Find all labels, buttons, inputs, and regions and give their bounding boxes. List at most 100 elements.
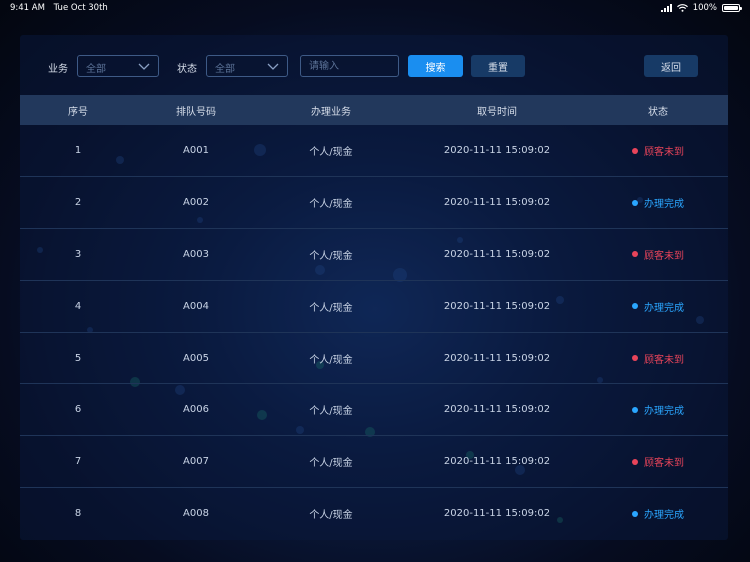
row-business: 个人/现金 bbox=[256, 332, 406, 385]
status-badge: 顾客未到 bbox=[632, 454, 684, 469]
row-time: 2020-11-11 15:09:02 bbox=[443, 508, 551, 520]
row-status: 顾客未到 bbox=[588, 435, 728, 489]
status-badge: 顾客未到 bbox=[632, 247, 684, 262]
row-queue-number: A004 bbox=[136, 280, 256, 333]
row-time: 2020-11-11 15:09:02 bbox=[406, 280, 588, 333]
table-row[interactable]: 2 A002 个人/现金 2020-11-11 15:09:02 办理完成 bbox=[20, 176, 728, 230]
row-no: 1 bbox=[20, 125, 136, 178]
table-row[interactable]: 6 A006 个人/现金 2020-11-11 15:09:02 办理完成 bbox=[20, 383, 728, 437]
row-no: 2 bbox=[20, 176, 136, 230]
status-badge: 办理完成 bbox=[632, 299, 684, 314]
chevron-down-icon bbox=[267, 63, 279, 70]
row-queue-number: A003 bbox=[136, 228, 256, 281]
status-badge: 顾客未到 bbox=[632, 351, 684, 366]
row-business: 个人/现金 bbox=[256, 435, 406, 489]
reset-button[interactable]: 重置 bbox=[471, 55, 525, 77]
row-time: 2020-11-11 15:09:02 bbox=[406, 332, 588, 385]
row-status: 办理完成 bbox=[588, 488, 728, 540]
row-business: 个人/现金 bbox=[256, 228, 406, 281]
status-dot-icon bbox=[632, 355, 638, 362]
status-text: 办理完成 bbox=[644, 510, 684, 522]
status-text: 顾客未到 bbox=[644, 354, 684, 366]
status-select-value: 全部 bbox=[215, 64, 235, 75]
header-no: 序号 bbox=[20, 95, 136, 125]
status-time: 9:41 AM bbox=[10, 3, 45, 13]
signal-icon bbox=[660, 4, 672, 12]
status-text: 顾客未到 bbox=[644, 458, 684, 470]
table-header-row: 序号 排队号码 办理业务 取号时间 状态 bbox=[20, 95, 728, 125]
table-row[interactable]: 7 A007 个人/现金 2020-11-11 15:09:02 顾客未到 bbox=[20, 435, 728, 489]
row-business: 个人/现金 bbox=[256, 176, 406, 230]
filter-toolbar: 业务 全部 状态 全部 搜索 重置 返回 bbox=[20, 35, 728, 95]
row-queue-number: A007 bbox=[136, 435, 256, 489]
row-no: 8 bbox=[74, 508, 82, 520]
status-text: 办理完成 bbox=[644, 406, 684, 418]
status-text: 顾客未到 bbox=[644, 250, 684, 262]
queue-panel: 业务 全部 状态 全部 搜索 重置 返回 序号 排队号码 办理业务 bbox=[20, 35, 728, 540]
row-status: 顾客未到 bbox=[588, 125, 728, 178]
row-queue-number: A008 bbox=[183, 508, 209, 520]
table-row[interactable]: 4 A004 个人/现金 2020-11-11 15:09:02 办理完成 bbox=[20, 280, 728, 333]
row-time: 2020-11-11 15:09:02 bbox=[406, 383, 588, 437]
chevron-down-icon bbox=[138, 63, 150, 70]
row-business: 个人/现金 bbox=[309, 510, 353, 522]
battery-icon bbox=[722, 4, 742, 12]
row-time: 2020-11-11 15:09:02 bbox=[406, 176, 588, 230]
status-dot-icon bbox=[632, 303, 638, 310]
status-text: 顾客未到 bbox=[644, 147, 684, 159]
status-dot-icon bbox=[632, 510, 638, 517]
row-no: 5 bbox=[20, 332, 136, 385]
header-queue-number: 排队号码 bbox=[136, 95, 256, 125]
row-business: 个人/现金 bbox=[256, 280, 406, 333]
table-row[interactable]: 8 A008 个人/现金 2020-11-11 15:09:02 办理完成 bbox=[20, 488, 728, 540]
queue-table: 序号 排队号码 办理业务 取号时间 状态 1 A001 个人/现金 2020-11-1… bbox=[20, 95, 728, 539]
row-status: 顾客未到 bbox=[588, 228, 728, 281]
business-select[interactable]: 全部 bbox=[77, 55, 159, 77]
row-queue-number: A002 bbox=[136, 176, 256, 230]
header-business: 办理业务 bbox=[256, 95, 406, 125]
table-row[interactable]: 1 A001 个人/现金 2020-11-11 15:09:02 顾客未到 bbox=[20, 125, 728, 178]
row-business: 个人/现金 bbox=[256, 125, 406, 178]
status-text: 办理完成 bbox=[644, 199, 684, 211]
status-badge: 办理完成 bbox=[632, 506, 684, 521]
search-button[interactable]: 搜索 bbox=[408, 55, 463, 77]
status-dot-icon bbox=[632, 406, 638, 413]
status-badge: 办理完成 bbox=[632, 195, 684, 210]
row-status: 办理完成 bbox=[588, 383, 728, 437]
status-text: 办理完成 bbox=[644, 302, 684, 314]
row-business: 个人/现金 bbox=[256, 383, 406, 437]
row-status: 办理完成 bbox=[588, 280, 728, 333]
wifi-icon bbox=[676, 4, 688, 12]
back-button[interactable]: 返回 bbox=[644, 55, 698, 77]
status-dot-icon bbox=[632, 147, 638, 154]
row-no: 4 bbox=[20, 280, 136, 333]
row-status: 顾客未到 bbox=[588, 332, 728, 385]
business-select-value: 全部 bbox=[86, 64, 106, 75]
business-filter-label: 业务 bbox=[48, 64, 68, 75]
status-select[interactable]: 全部 bbox=[206, 55, 288, 77]
row-status: 办理完成 bbox=[588, 176, 728, 230]
row-no: 3 bbox=[20, 228, 136, 281]
row-queue-number: A005 bbox=[136, 332, 256, 385]
row-time: 2020-11-11 15:09:02 bbox=[406, 435, 588, 489]
header-status: 状态 bbox=[588, 95, 728, 125]
row-time: 2020-11-11 15:09:02 bbox=[406, 125, 588, 178]
search-input[interactable] bbox=[300, 55, 399, 77]
ios-status-bar: 9:41 AM Tue Oct 30th 100% bbox=[0, 0, 750, 16]
table-row[interactable]: 3 A003 个人/现金 2020-11-11 15:09:02 顾客未到 bbox=[20, 228, 728, 281]
row-queue-number: A006 bbox=[136, 383, 256, 437]
row-time: 2020-11-11 15:09:02 bbox=[406, 228, 588, 281]
row-no: 6 bbox=[20, 383, 136, 437]
status-badge: 顾客未到 bbox=[632, 143, 684, 158]
row-queue-number: A001 bbox=[136, 125, 256, 178]
header-time: 取号时间 bbox=[406, 95, 588, 125]
row-no: 7 bbox=[20, 435, 136, 489]
battery-percent: 100% bbox=[692, 3, 717, 13]
table-row[interactable]: 5 A005 个人/现金 2020-11-11 15:09:02 顾客未到 bbox=[20, 332, 728, 385]
status-date: Tue Oct 30th bbox=[53, 3, 108, 13]
status-badge: 办理完成 bbox=[632, 402, 684, 417]
queue-table-body: 1 A001 个人/现金 2020-11-11 15:09:02 顾客未到 2 A002 个人… bbox=[20, 125, 728, 539]
status-dot-icon bbox=[632, 199, 638, 206]
status-filter-label: 状态 bbox=[177, 64, 197, 75]
status-dot-icon bbox=[632, 458, 638, 465]
